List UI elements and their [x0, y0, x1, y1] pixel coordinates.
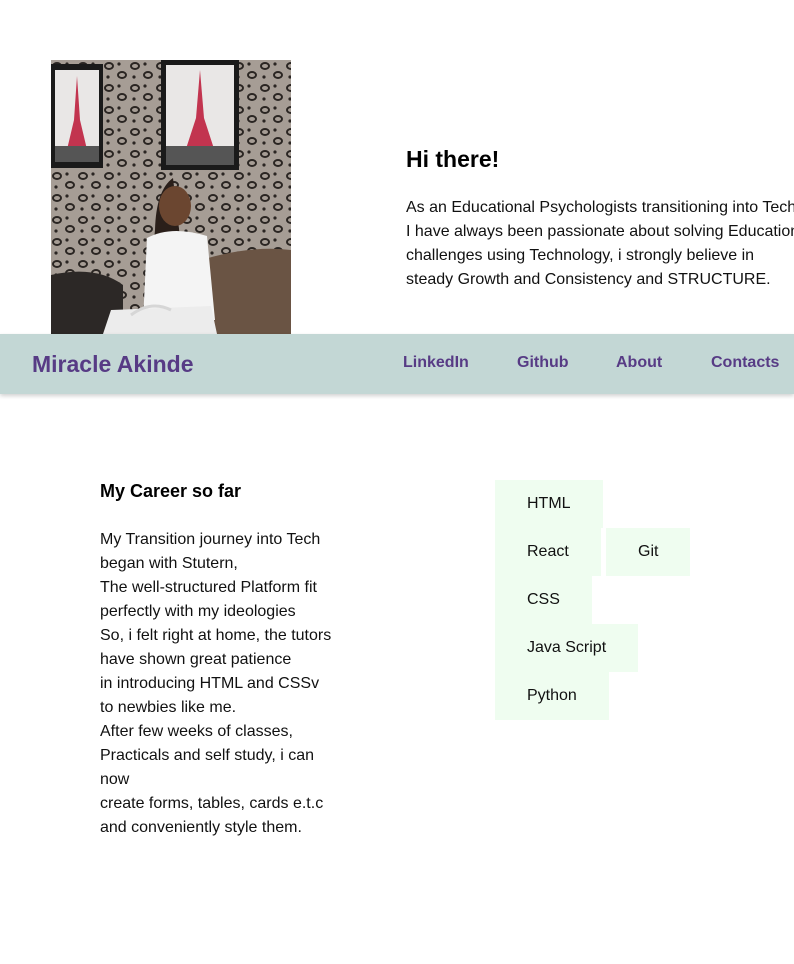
hero-title: Hi there! — [406, 146, 500, 172]
skill-react: React — [495, 528, 601, 576]
navbar: Miracle Akinde LinkedIn Github About Con… — [0, 334, 794, 394]
career-line: So, i felt right at home, the tutors — [100, 627, 332, 644]
skill-git: Git — [606, 528, 690, 576]
nav-link-linkedin[interactable]: LinkedIn — [403, 354, 469, 372]
career-line: My Transition journey into Tech — [100, 531, 321, 548]
career-line: have shown great patience — [100, 651, 292, 668]
career-line: began with Stutern, — [100, 555, 238, 572]
career-line: to newbies like me. — [100, 699, 237, 716]
career-text: My Transition journey into Tech began wi… — [100, 528, 340, 840]
career-line: create forms, tables, cards e.t.c — [100, 795, 324, 812]
profile-photo — [51, 60, 291, 334]
skill-javascript: Java Script — [495, 624, 638, 672]
career-line: Practicals and self study, i can — [100, 747, 315, 764]
career-line: perfectly with my ideologies — [100, 603, 296, 620]
career-title: My Career so far — [100, 481, 242, 501]
hero-intro-line: As an Educational Psychologists transiti… — [406, 199, 794, 216]
career-line: now — [100, 771, 130, 788]
nav-link-github[interactable]: Github — [517, 354, 569, 372]
career-line: and conveniently style them. — [100, 819, 302, 836]
nav-link-about[interactable]: About — [616, 354, 662, 372]
brand-name[interactable]: Miracle Akinde — [32, 351, 193, 378]
profile-photo-illustration — [51, 60, 291, 334]
hero-intro: As an Educational Psychologists transiti… — [406, 196, 794, 292]
career-line: in introducing HTML and CSSv — [100, 675, 320, 692]
nav-link-contacts[interactable]: Contacts — [711, 354, 779, 372]
career-line: After few weeks of classes, — [100, 723, 293, 740]
skill-html: HTML — [495, 480, 603, 528]
hero-intro-line: I have always been passionate about solv… — [406, 223, 794, 240]
hero-intro-line: challenges using Technology, i strongly … — [406, 247, 755, 264]
skill-python: Python — [495, 672, 609, 720]
hero-intro-line: steady Growth and Consistency and STRUCT… — [406, 271, 771, 288]
skill-css: CSS — [495, 576, 592, 624]
career-line: The well-structured Platform fit — [100, 579, 317, 596]
